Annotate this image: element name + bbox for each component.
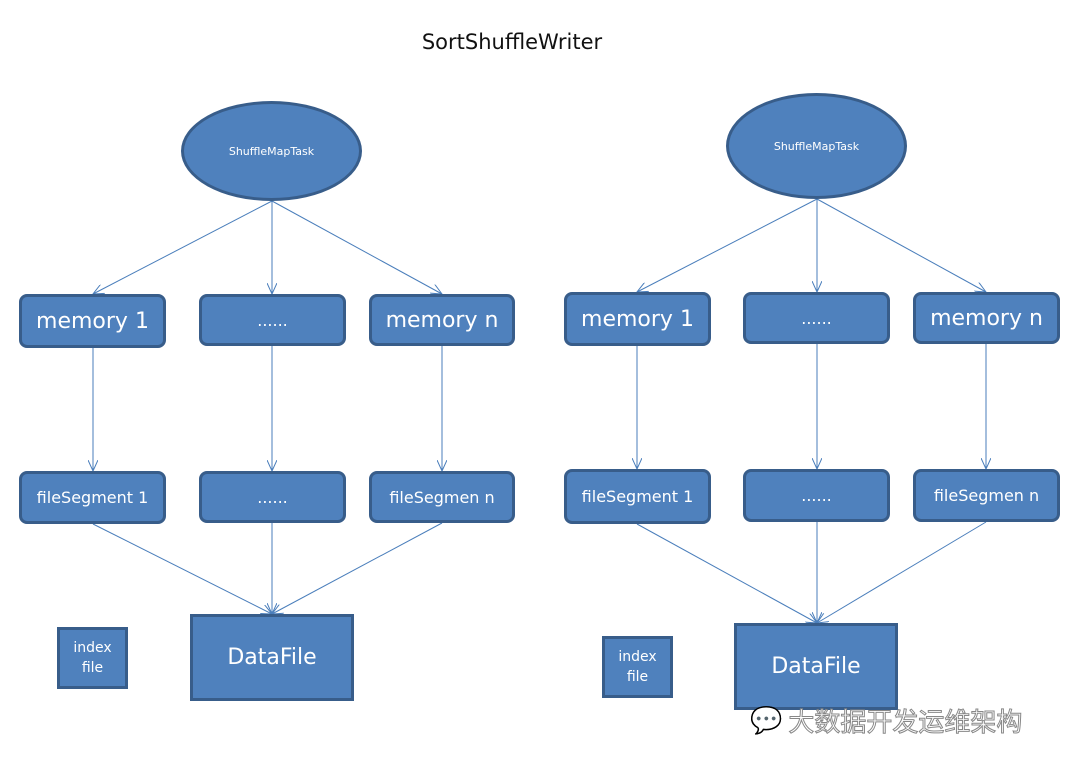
index-file-left: index file [57,627,128,689]
data-file-left: DataFile [190,614,354,701]
shuffle-map-task-right: ShuffleMapTask [726,93,907,199]
arrow-segn-to-data-right [817,521,987,623]
memory-n-right: memory n [913,292,1060,344]
memory-ellipsis-left: ...... [199,294,346,346]
memory-1-left: memory 1 [19,294,166,348]
arrow-task-to-mem1-left [93,200,273,294]
arrow-seg1-to-data-right [636,523,817,623]
wechat-icon: 💬 [749,705,783,736]
arrow-segn-to-data-left [272,522,443,614]
index-file-right: index file [602,636,673,698]
arrow-task-to-memn-left [271,200,442,294]
file-segment-n-left: fileSegmen n [369,471,515,523]
arrow-seg1-to-data-left [92,523,272,614]
file-segment-n-right: fileSegmen n [913,469,1060,522]
memory-n-left: memory n [369,294,515,346]
index-file-line1: index [618,649,657,665]
file-segment-ellipsis-left: ...... [199,471,346,523]
watermark-text: 大数据开发运维架构 [788,708,1023,739]
index-file-line2: file [81,660,104,676]
index-file-line2: file [626,669,649,685]
arrow-task-to-memn-right [816,198,986,292]
memory-ellipsis-right: ...... [743,292,890,344]
data-file-right: DataFile [734,623,898,710]
connector-layer [0,198,1080,772]
arrow-task-to-mem1-right [637,198,818,292]
file-segment-1-right: fileSegment 1 [564,469,711,524]
memory-1-right: memory 1 [564,292,711,346]
watermark: 💬 大数据开发运维架构 [749,702,1023,739]
shuffle-map-task-left: ShuffleMapTask [181,101,362,201]
index-file-line1: index [73,640,112,656]
file-segment-ellipsis-right: ...... [743,469,890,522]
file-segment-1-left: fileSegment 1 [19,471,166,524]
